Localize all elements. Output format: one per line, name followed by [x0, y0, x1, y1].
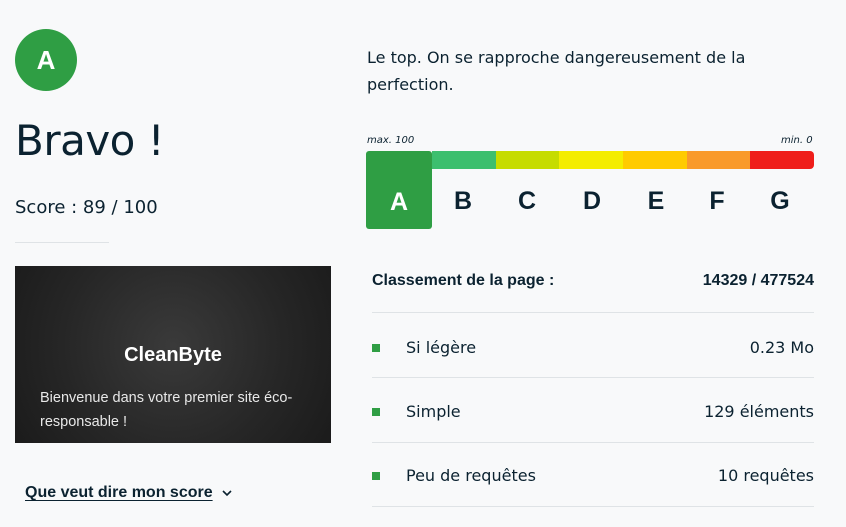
- grade-f-color: [686, 151, 751, 169]
- chevron-down-icon: [222, 490, 232, 497]
- score-text: Score : 89 / 100: [15, 197, 158, 218]
- bullet-icon: [372, 407, 380, 416]
- row-divider: [372, 312, 814, 313]
- preview-site-title: CleanByte: [124, 344, 222, 366]
- grade-g-color: [750, 151, 814, 169]
- grade-f-label: F: [709, 187, 725, 215]
- result-title: Bravo !: [15, 116, 165, 165]
- ranking-label: Classement de la page :: [372, 272, 555, 289]
- grade-c-label: C: [517, 187, 537, 215]
- metric-value: 0.23 Mo: [749, 338, 814, 357]
- metric-row: Simple 129 éléments: [372, 402, 814, 421]
- grade-g-label: G: [770, 187, 790, 215]
- ranking-value: 14329 / 477524: [702, 272, 814, 289]
- grade-description: Le top. On se rapproche dangereusement d…: [367, 48, 746, 94]
- score-explanation-link[interactable]: Que veut dire mon score: [25, 484, 233, 502]
- scale-min-label: min. 0: [781, 135, 813, 146]
- row-divider: [372, 442, 814, 443]
- divider: [15, 242, 109, 243]
- score-explanation-label: Que veut dire mon score: [25, 484, 213, 501]
- row-divider: [372, 377, 814, 378]
- grade-d-label: D: [582, 187, 602, 215]
- metric-value: 129 éléments: [704, 402, 814, 421]
- metric-label: Si légère: [406, 338, 477, 357]
- site-preview-image: CleanByte Bienvenue dans votre premier s…: [15, 266, 331, 443]
- grade-d-color: [559, 151, 624, 169]
- bullet-icon: [372, 471, 380, 480]
- scale-max-label: max. 100: [367, 135, 415, 146]
- grade-e-color: [623, 151, 687, 169]
- grade-e-label: E: [647, 187, 665, 215]
- metric-value: 10 requêtes: [717, 466, 814, 485]
- grade-c-color: [495, 151, 560, 169]
- metric-row: Peu de requêtes 10 requêtes: [372, 466, 814, 485]
- ranking-row: Classement de la page : 14329 / 477524: [372, 272, 814, 290]
- grade-b-label: B: [453, 187, 473, 215]
- metric-label: Simple: [406, 402, 461, 421]
- grade-a-highlight: A: [366, 151, 432, 229]
- bullet-icon: [372, 343, 380, 352]
- grade-badge: A: [15, 29, 77, 91]
- grade-b-color: [432, 151, 496, 169]
- metric-label: Peu de requêtes: [406, 466, 536, 485]
- metric-row: Si légère 0.23 Mo: [372, 338, 814, 357]
- grade-color-bar: [432, 151, 814, 169]
- row-divider: [372, 506, 814, 507]
- preview-site-text: Bienvenue dans votre premier site éco-re…: [40, 390, 293, 430]
